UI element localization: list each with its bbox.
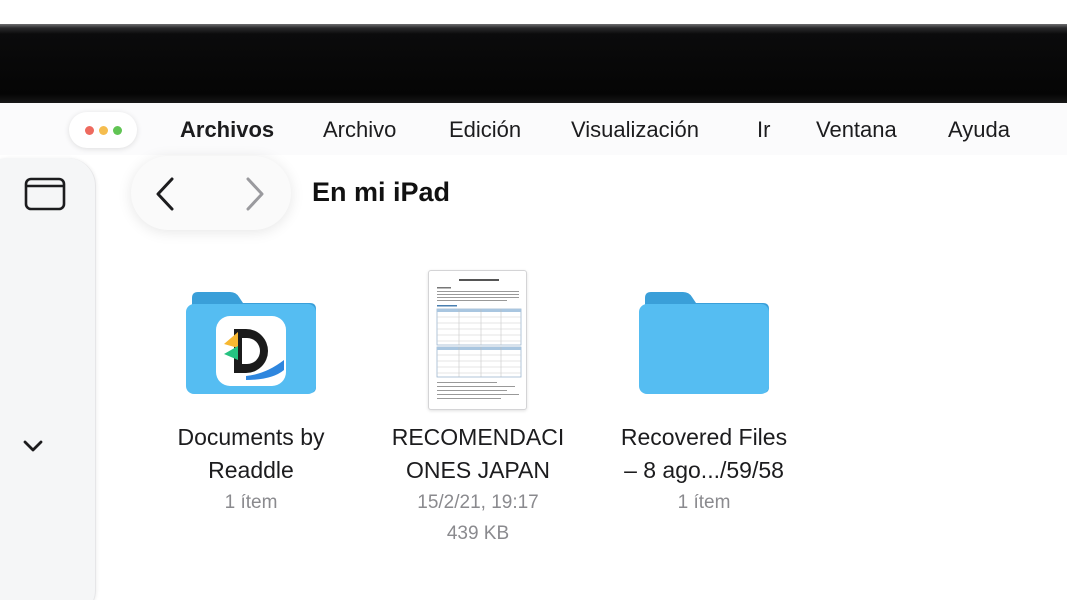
- document-preview-icon: [436, 279, 522, 399]
- window-controls[interactable]: [69, 112, 137, 148]
- menu-item-ventana[interactable]: Ventana: [816, 117, 897, 143]
- file-name-line: RECOMENDACI: [391, 424, 565, 450]
- menu-item-visualizacion[interactable]: Visualización: [571, 117, 699, 143]
- file-name-line: – 8 ago.../59/58: [624, 457, 784, 483]
- file-name-line: ONES JAPAN: [406, 457, 550, 483]
- menu-bar: [0, 103, 1067, 155]
- chevron-left-icon[interactable]: [150, 173, 182, 215]
- documents-folder-icon[interactable]: [186, 288, 316, 394]
- menu-item-archivo[interactable]: Archivo: [323, 117, 396, 143]
- minimize-dot-icon[interactable]: [98, 125, 108, 135]
- chevron-right-icon[interactable]: [240, 173, 272, 215]
- folder-icon[interactable]: [639, 288, 769, 394]
- location-title: En mi iPad: [312, 177, 451, 207]
- menu-item-ayuda[interactable]: Ayuda: [948, 117, 1010, 143]
- file-name-line: Readdle: [208, 457, 294, 483]
- sidebar: [0, 158, 96, 600]
- file-meta: 1 ítem: [677, 492, 731, 513]
- file-name-line: Documents by: [177, 424, 325, 450]
- zoom-dot-icon[interactable]: [112, 125, 122, 135]
- device-bezel: [0, 24, 1067, 104]
- menu-item-edicion[interactable]: Edición: [449, 117, 521, 143]
- menu-app-name[interactable]: Archivos: [180, 117, 274, 143]
- file-date: 15/2/21, 19:17: [417, 492, 539, 513]
- pdf-document-thumbnail[interactable]: [428, 270, 527, 410]
- file-name-line: Recovered Files: [620, 424, 788, 450]
- file-size: 439 KB: [446, 523, 510, 544]
- close-dot-icon[interactable]: [84, 125, 94, 135]
- sidebar-toggle-icon[interactable]: [24, 177, 66, 211]
- chevron-down-icon[interactable]: [20, 433, 46, 459]
- menu-item-ir[interactable]: Ir: [757, 117, 770, 143]
- file-meta: 1 ítem: [224, 492, 278, 513]
